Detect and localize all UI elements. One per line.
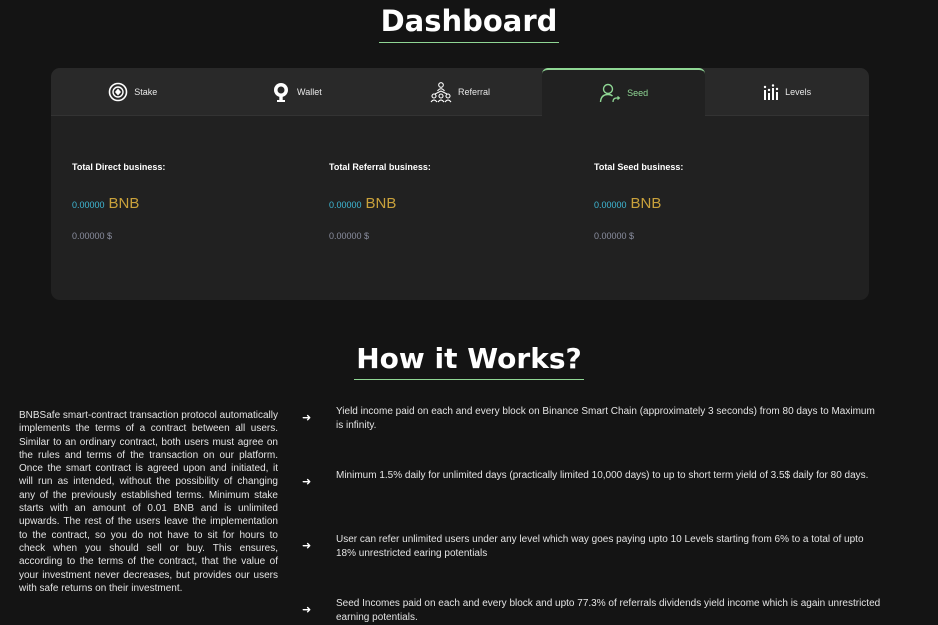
- tab-referral-label: Referral: [457, 86, 490, 97]
- arrow-right-icon: ➜: [302, 412, 312, 424]
- how-it-works-intro: BNBSafe smart-contract transaction proto…: [19, 410, 278, 594]
- tab-referral[interactable]: Referral: [378, 68, 542, 115]
- levels-icon: [763, 83, 779, 100]
- stat-bnb-value: 0.00000: [329, 200, 362, 210]
- stat-referral-business: Total Referral business: 0.00000 BNB 0.0…: [329, 162, 569, 241]
- how-it-works-title: How it Works?: [0, 342, 938, 380]
- wallet-icon: [274, 82, 289, 102]
- referral-icon: [430, 81, 452, 102]
- stat-seed-business: Total Seed business: 0.00000 BNB 0.00000…: [594, 162, 834, 241]
- tab-wallet-label: Wallet: [297, 86, 322, 97]
- tab-stake[interactable]: Stake: [51, 68, 215, 115]
- stat-usd-value: 0.00000 $: [72, 231, 113, 241]
- stat-label: Total Direct business:: [72, 162, 166, 172]
- stat-bnb-unit: BNB: [630, 195, 662, 212]
- tab-levels[interactable]: Levels: [705, 68, 869, 115]
- arrow-right-icon: ➜: [302, 540, 312, 552]
- tab-wallet[interactable]: Wallet: [215, 68, 379, 115]
- tab-seed[interactable]: Seed: [541, 68, 706, 116]
- how-it-works-title-text: How it Works?: [354, 342, 584, 380]
- stat-label: Total Seed business:: [594, 162, 684, 172]
- dashboard-title-text: Dashboard: [378, 4, 560, 43]
- tab-stake-label: Stake: [134, 86, 158, 97]
- feature-text: Seed Incomes paid on each and every bloc…: [336, 598, 881, 623]
- arrow-right-icon: ➜: [302, 476, 312, 488]
- stat-bnb-unit: BNB: [108, 195, 140, 212]
- stake-icon: [108, 82, 128, 101]
- stat-direct-business: Total Direct business: 0.00000 BNB 0.000…: [72, 162, 312, 241]
- stat-bnb-unit: BNB: [365, 195, 397, 212]
- stat-usd-value: 0.00000 $: [594, 231, 635, 241]
- tab-bar: Stake Wallet Referral Seed Levels: [51, 68, 869, 116]
- seed-icon: [599, 83, 621, 103]
- stat-bnb-value: 0.00000: [594, 200, 627, 210]
- stat-bnb: 0.00000 BNB: [594, 195, 834, 212]
- feature-text: User can refer unlimited users under any…: [336, 534, 864, 559]
- feature-text: Minimum 1.5% daily for unlimited days (p…: [336, 470, 869, 481]
- dashboard-title: Dashboard: [0, 4, 938, 43]
- page: Dashboard Stake Wallet Referral Seed Lev…: [0, 0, 938, 625]
- tab-seed-label: Seed: [627, 88, 649, 98]
- stat-bnb-value: 0.00000: [72, 200, 105, 210]
- stat-bnb: 0.00000 BNB: [329, 195, 569, 212]
- stat-bnb: 0.00000 BNB: [72, 195, 312, 212]
- dashboard-panel: Stake Wallet Referral Seed Levels Total …: [51, 68, 869, 300]
- stat-usd-value: 0.00000 $: [329, 231, 370, 241]
- feature-text: Yield income paid on each and every bloc…: [336, 406, 875, 431]
- tab-levels-label: Levels: [785, 86, 812, 97]
- stat-label: Total Referral business:: [329, 162, 431, 172]
- arrow-right-icon: ➜: [302, 604, 312, 616]
